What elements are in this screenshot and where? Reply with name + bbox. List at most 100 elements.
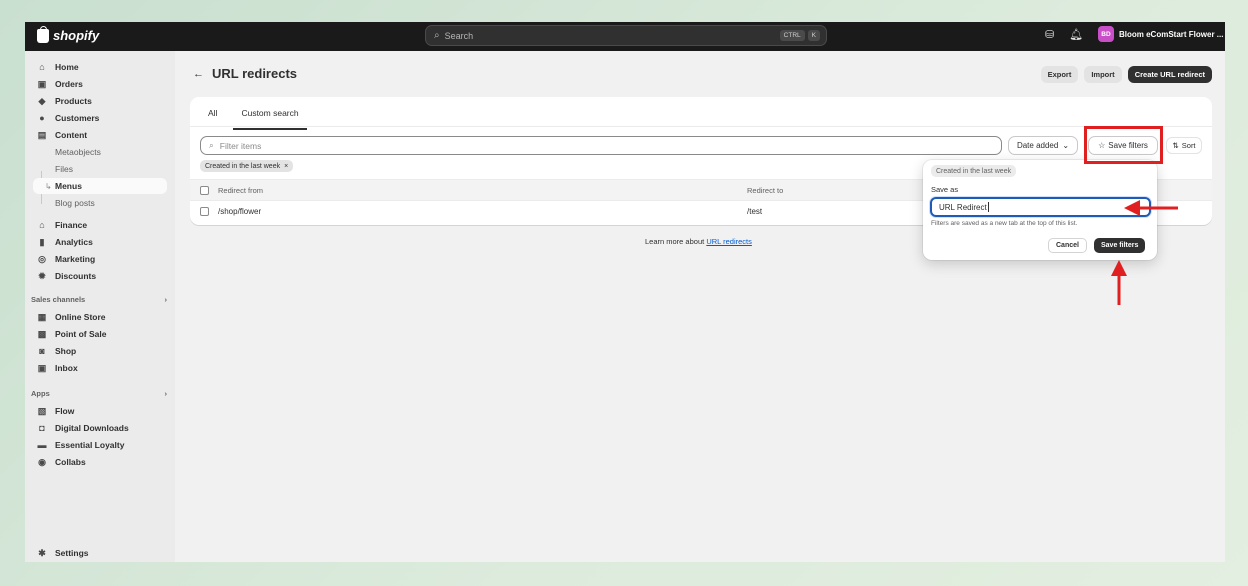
sidebar-item-label: Shop <box>55 346 77 356</box>
sidebar-item-inbox[interactable]: ▣ Inbox <box>33 360 167 376</box>
discount-icon: ✹ <box>38 270 46 281</box>
sidebar-item-online-store[interactable]: ▦ Online Store <box>33 309 167 325</box>
applied-filter-chip[interactable]: Created in the last week × <box>200 160 294 172</box>
bell-icon[interactable]: 🔔︎ <box>1069 28 1083 41</box>
sidebar-sub-files[interactable]: Files <box>33 161 167 177</box>
store-avatar: BD <box>1098 26 1114 42</box>
sidebar-item-finance[interactable]: ⌂ Finance <box>33 217 167 233</box>
sidebar-item-digital-downloads[interactable]: ◘ Digital Downloads <box>33 420 167 436</box>
sidebar-item-collabs[interactable]: ◉ Collabs <box>33 454 167 470</box>
sidebar-item-label: Online Store <box>55 312 106 322</box>
save-as-value: URL Redirect <box>939 202 987 212</box>
url-redirects-link[interactable]: URL redirects <box>706 237 752 246</box>
sidebar: ⌂ Home ▣ Orders ◆ Products ● Customers ▤ Cont… <box>25 51 175 562</box>
global-search[interactable]: ⌕ Search CTRL K <box>425 25 827 46</box>
sidebar-item-label: Analytics <box>55 237 93 247</box>
kbd-k: K <box>807 30 820 41</box>
search-icon: ⌕ <box>434 30 440 41</box>
person-icon: ● <box>39 113 45 123</box>
filter-search-input[interactable]: ⌕ Filter items <box>200 136 1002 155</box>
sidebar-sub-blog-posts[interactable]: Blog posts <box>33 195 167 211</box>
search-icon: ⌕ <box>209 140 214 150</box>
top-bar: shopify ⌕ Search CTRL K ⛁ 🔔︎ BD Bloom eC… <box>25 22 1225 51</box>
import-button[interactable]: Import <box>1084 66 1122 83</box>
sidebar-item-discounts[interactable]: ✹ Discounts <box>33 268 167 284</box>
sidekick-icon[interactable]: ⛁ <box>1045 28 1054 41</box>
sidebar-item-label: Point of Sale <box>55 329 107 339</box>
chevron-right-icon: › <box>164 389 168 398</box>
sort-button[interactable]: ⇅ Sort <box>1166 137 1202 154</box>
page-title-text: URL redirects <box>212 66 298 81</box>
sort-icon: ⇅ <box>1172 141 1179 150</box>
back-arrow-icon[interactable]: ← <box>193 68 204 80</box>
sidebar-item-shop[interactable]: ◙ Shop <box>33 343 167 359</box>
admin-window: shopify ⌕ Search CTRL K ⛁ 🔔︎ BD Bloom eC… <box>25 22 1225 562</box>
sidebar-item-content[interactable]: ▤ Content <box>33 127 167 143</box>
chevron-right-icon: › <box>164 295 168 304</box>
save-as-label: Save as <box>931 185 959 194</box>
section-label: Apps <box>31 389 50 398</box>
chart-bar-icon: ▮ <box>39 236 45 247</box>
sales-channels-header[interactable]: Sales channels › <box>31 295 167 304</box>
home-icon: ⌂ <box>39 62 45 72</box>
export-button[interactable]: Export <box>1040 66 1079 83</box>
section-label: Sales channels <box>31 295 86 304</box>
sidebar-item-products[interactable]: ◆ Products <box>33 93 167 109</box>
create-url-redirect-button[interactable]: Create URL redirect <box>1127 66 1212 83</box>
redirect-to-cell: /test <box>747 207 763 216</box>
apps-header[interactable]: Apps › <box>31 389 167 398</box>
content-icon: ▤ <box>37 129 47 140</box>
close-icon[interactable]: × <box>284 163 288 170</box>
col-header-redirect-to: Redirect to <box>747 186 784 195</box>
sidebar-item-customers[interactable]: ● Customers <box>33 110 167 126</box>
search-placeholder: Search <box>444 30 474 41</box>
sidebar-item-marketing[interactable]: ◎ Marketing <box>33 251 167 267</box>
sidebar-item-label: Finance <box>55 220 88 230</box>
loyalty-icon: ▬ <box>37 440 47 450</box>
save-as-input[interactable]: URL Redirect <box>930 197 1151 217</box>
sidebar-item-label: Inbox <box>55 363 78 373</box>
save-as-help-text: Filters are saved as a new tab at the to… <box>931 220 1078 227</box>
inbox-icon: ▣ <box>37 362 47 373</box>
select-all-checkbox[interactable] <box>200 186 209 195</box>
save-filters-confirm-button[interactable]: Save filters <box>1094 238 1146 253</box>
popover-filter-chip: Created in the last week <box>931 165 1017 177</box>
sidebar-item-flow[interactable]: ▧ Flow <box>33 403 167 419</box>
sidebar-item-point-of-sale[interactable]: ▩ Point of Sale <box>33 326 167 342</box>
sidebar-item-label: Discounts <box>55 271 97 281</box>
sidebar-item-settings[interactable]: ✱ Settings <box>33 545 167 561</box>
sidebar-item-label: Marketing <box>55 254 96 264</box>
brand-name: shopify <box>53 28 100 43</box>
sidebar-item-label: Orders <box>55 79 83 89</box>
learn-more-prefix: Learn more about <box>645 237 705 246</box>
page-actions: Export Import Create URL redirect <box>1040 66 1212 83</box>
tag-icon: ◆ <box>38 95 46 106</box>
sidebar-item-home[interactable]: ⌂ Home <box>33 59 167 75</box>
shopify-logo[interactable]: shopify <box>37 25 100 43</box>
page-title: ← URL redirects <box>193 66 297 81</box>
shortcut-hint: CTRL K <box>779 30 820 41</box>
sidebar-item-label: Products <box>55 96 92 106</box>
top-icons: ⛁ 🔔︎ <box>1045 28 1083 41</box>
store-icon: ▦ <box>37 311 47 322</box>
chip-label: Created in the last week <box>205 162 281 170</box>
sidebar-item-label: Customers <box>55 113 100 123</box>
sidebar-item-essential-loyalty[interactable]: ▬ Essential Loyalty <box>33 437 167 453</box>
sidebar-sub-metaobjects[interactable]: Metaobjects <box>33 144 167 160</box>
divider <box>190 126 1212 127</box>
target-icon: ◎ <box>38 253 46 264</box>
highlight-box <box>1084 126 1163 164</box>
save-filters-popover: Created in the last week Save as URL Red… <box>923 160 1157 260</box>
shop-icon: ◙ <box>39 346 45 356</box>
sidebar-item-analytics[interactable]: ▮ Analytics <box>33 234 167 250</box>
filter-placeholder: Filter items <box>219 140 262 151</box>
date-added-filter[interactable]: Date added ⌄ <box>1008 136 1078 155</box>
sidebar-sub-menus[interactable]: Menus <box>33 178 167 194</box>
download-icon: ◘ <box>39 423 45 433</box>
store-menu[interactable]: BD Bloom eComStart Flower ... <box>1098 26 1223 42</box>
sidebar-item-orders[interactable]: ▣ Orders <box>33 76 167 92</box>
sidebar-item-label: Essential Loyalty <box>55 440 125 450</box>
row-checkbox[interactable] <box>200 207 209 216</box>
cancel-button[interactable]: Cancel <box>1048 238 1087 253</box>
inbox-icon: ▣ <box>37 78 47 89</box>
